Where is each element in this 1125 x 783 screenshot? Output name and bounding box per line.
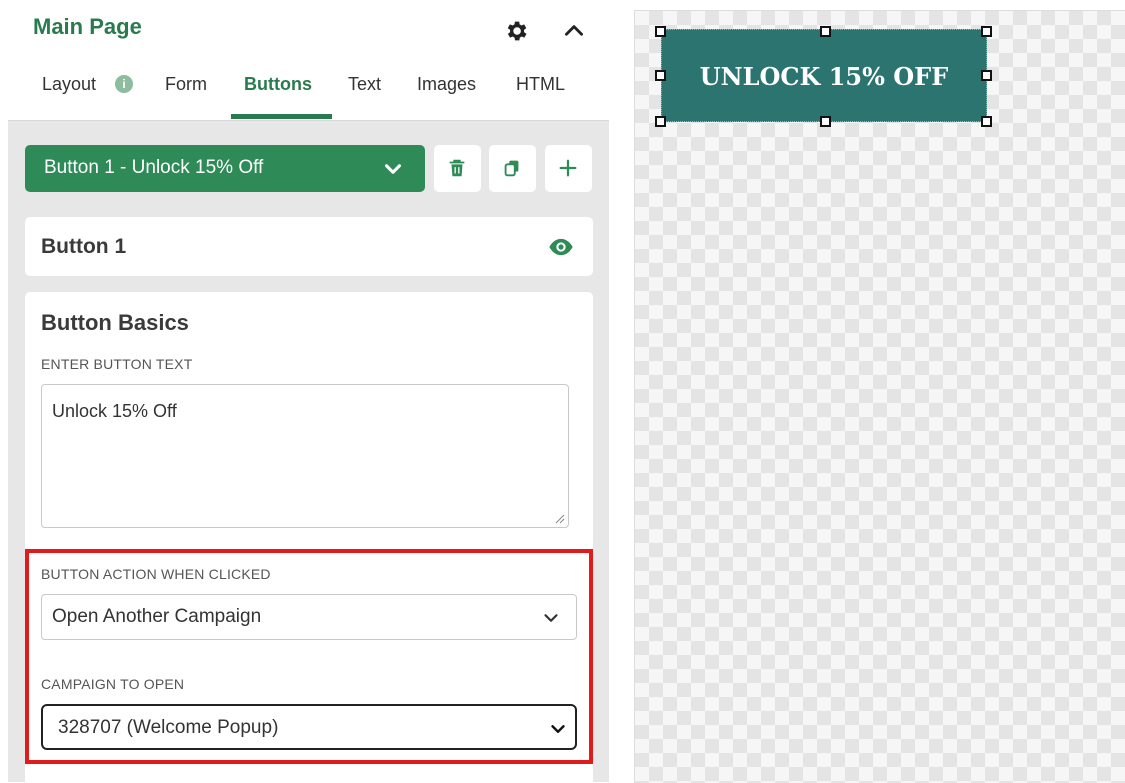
button-text-value: Unlock 15% Off [52,401,177,421]
section-heading: Button Basics [41,310,189,335]
chevron-up-icon[interactable] [561,18,587,44]
button-selector-label: Button 1 - Unlock 15% Off [44,157,264,178]
resize-handle[interactable] [655,26,666,37]
tab-text[interactable]: Text [348,74,381,95]
resize-handle-icon[interactable] [553,512,565,524]
resize-handle[interactable] [820,116,831,127]
panel-title: Main Page [33,14,142,39]
copy-icon [504,160,519,177]
preview-button[interactable]: UNLOCK 15% OFF [661,29,987,122]
delete-button[interactable] [434,145,481,192]
eye-icon[interactable] [547,233,575,261]
panel-header: Main Page Layout i Form Buttons Text Ima… [8,0,609,121]
tab-html[interactable]: HTML [516,74,565,95]
tab-images[interactable]: Images [417,74,476,95]
add-button[interactable] [545,145,592,192]
button-selector-dropdown[interactable]: Button 1 - Unlock 15% Off [25,145,425,192]
info-icon[interactable]: i [115,75,133,93]
duplicate-button[interactable] [489,145,536,192]
tab-buttons[interactable]: Buttons [244,74,312,95]
chevron-down-icon [384,164,402,174]
button-name-label: Button 1 [41,235,127,258]
resize-handle[interactable] [655,116,666,127]
gear-icon[interactable] [503,18,529,44]
trash-icon [449,159,465,177]
button-name-card: Button 1 [25,217,593,276]
button-text-label: ENTER BUTTON TEXT [41,356,193,372]
tab-form[interactable]: Form [165,74,207,95]
resize-handle[interactable] [981,116,992,127]
button-text-field[interactable]: Unlock 15% Off [41,384,569,528]
resize-handle[interactable] [655,70,666,81]
resize-handle[interactable] [981,26,992,37]
resize-handle[interactable] [820,26,831,37]
active-tab-indicator [231,114,332,119]
plus-icon [559,159,577,177]
preview-canvas[interactable] [634,10,1125,783]
tab-layout[interactable]: Layout [42,74,96,95]
resize-handle[interactable] [981,70,992,81]
highlight-box [25,549,593,764]
